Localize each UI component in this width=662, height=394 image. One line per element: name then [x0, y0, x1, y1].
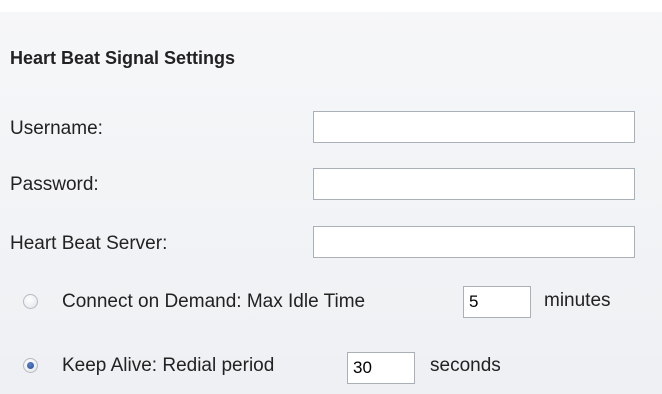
heart-beat-settings-panel: Heart Beat Signal Settings Username: Pas… [0, 0, 662, 394]
seconds-unit-label: seconds [430, 355, 501, 376]
minutes-unit-label: minutes [544, 290, 611, 311]
username-label: Username: [10, 118, 103, 139]
keep-alive-radio[interactable] [23, 358, 38, 373]
max-idle-time-input[interactable] [463, 286, 531, 318]
password-input[interactable] [313, 168, 635, 200]
password-label: Password: [10, 174, 99, 195]
connect-on-demand-label: Connect on Demand: Max Idle Time [62, 291, 366, 312]
heart-beat-server-input[interactable] [313, 226, 635, 258]
connect-on-demand-radio[interactable] [23, 294, 38, 309]
redial-period-input[interactable] [347, 352, 415, 384]
section-title: Heart Beat Signal Settings [10, 48, 236, 68]
top-strip [0, 0, 662, 12]
keep-alive-label: Keep Alive: Redial period [62, 355, 275, 376]
username-input[interactable] [313, 111, 635, 143]
heart-beat-server-label: Heart Beat Server: [10, 233, 168, 254]
